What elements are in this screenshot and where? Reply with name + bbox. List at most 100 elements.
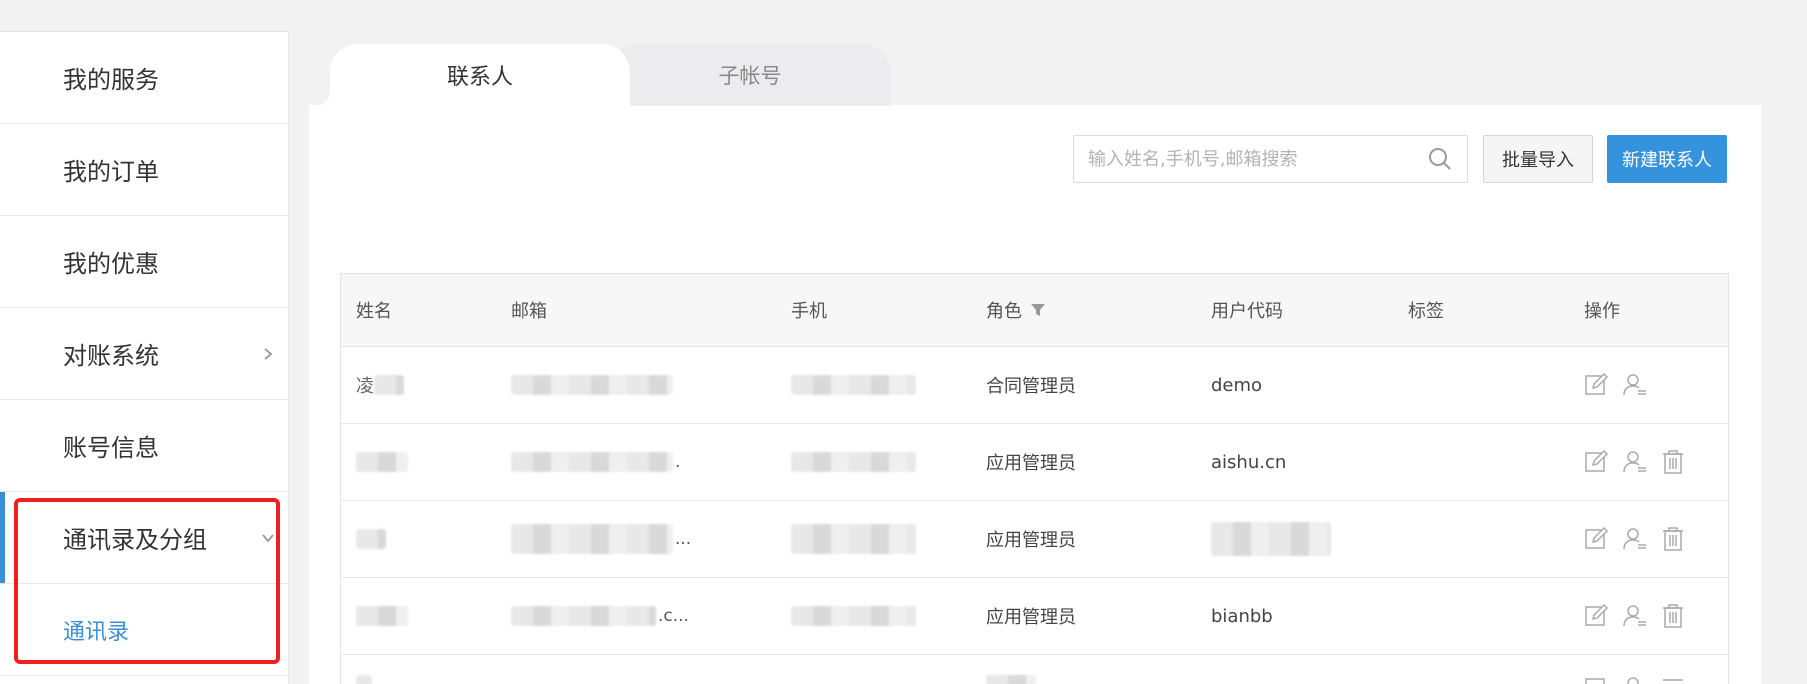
- delete-icon[interactable]: [1660, 449, 1686, 475]
- chevron-down-icon: [262, 533, 274, 542]
- email-suffix: ...: [675, 529, 692, 549]
- user-role-icon[interactable]: [1622, 675, 1648, 684]
- table-row: 凌 合同管理员 demo: [341, 347, 1728, 424]
- cell-actions: [1569, 449, 1728, 475]
- tab-sub-accounts[interactable]: 子帐号: [610, 44, 890, 106]
- filter-icon[interactable]: [1030, 302, 1046, 318]
- cell-actions: [1569, 526, 1728, 552]
- column-header-role[interactable]: 角色: [971, 297, 1196, 323]
- user-role-icon[interactable]: [1622, 526, 1648, 552]
- contacts-panel: 批量导入 新建联系人 姓名 邮箱 手机 角色 用户代码 标签 操作 凌 合同管理…: [309, 105, 1761, 684]
- sidebar-item-label: 我的服务: [63, 66, 159, 94]
- redacted-name: [356, 529, 386, 549]
- column-header-name[interactable]: 姓名: [341, 297, 496, 323]
- redacted-name: [356, 606, 408, 626]
- sidebar-item-my-orders[interactable]: 我的订单: [0, 124, 288, 216]
- active-indicator: [0, 492, 5, 583]
- cell-role: 应用管理员: [986, 530, 1076, 551]
- edit-icon[interactable]: [1584, 372, 1610, 398]
- cell-user-code: [1196, 522, 1393, 556]
- redacted-name: [356, 452, 408, 472]
- cell-actions: [1569, 603, 1728, 629]
- name-prefix: 凌: [356, 376, 374, 397]
- sidebar-subitem-label: 通讯录: [63, 619, 130, 645]
- cell-email: .c...: [496, 606, 776, 626]
- edit-icon[interactable]: [1584, 449, 1610, 475]
- cell-actions: [1569, 675, 1728, 684]
- cell-phone: [776, 606, 971, 626]
- column-header-actions: 操作: [1584, 301, 1620, 322]
- cell-role: [971, 675, 1196, 684]
- cell-role: 合同管理员: [986, 376, 1076, 397]
- cell-email: [496, 375, 776, 395]
- cell-phone: [776, 452, 971, 472]
- edit-icon[interactable]: [1584, 526, 1610, 552]
- batch-import-button[interactable]: 批量导入: [1483, 135, 1593, 183]
- redacted-name: [374, 375, 404, 395]
- sidebar-item-my-discounts[interactable]: 我的优惠: [0, 216, 288, 308]
- sidebar-item-label: 账号信息: [63, 434, 159, 462]
- new-contact-button[interactable]: 新建联系人: [1607, 135, 1727, 183]
- sidebar-item-reconciliation[interactable]: 对账系统: [0, 308, 288, 400]
- redacted-phone: [791, 524, 916, 554]
- cell-email: .: [496, 452, 776, 472]
- table-row: ... 应用管理员: [341, 501, 1728, 578]
- email-suffix: .: [675, 452, 681, 472]
- sidebar-item-my-services[interactable]: 我的服务: [0, 32, 288, 124]
- user-role-icon[interactable]: [1622, 372, 1648, 398]
- column-header-email[interactable]: 邮箱: [496, 297, 776, 323]
- column-header-user-code[interactable]: 用户代码: [1196, 297, 1393, 323]
- delete-icon[interactable]: [1660, 526, 1686, 552]
- table-row: . 应用管理员 aishu.cn: [341, 424, 1728, 501]
- redacted-email: [511, 452, 673, 472]
- cell-name: [341, 452, 496, 472]
- redacted-phone: [791, 452, 916, 472]
- sidebar-subitem-contacts[interactable]: 通讯录: [0, 584, 288, 676]
- chevron-right-icon: [264, 347, 273, 360]
- column-header-phone[interactable]: 手机: [776, 297, 971, 323]
- table-row: .c... 应用管理员 bianbb: [341, 578, 1728, 655]
- table-header: 姓名 邮箱 手机 角色 用户代码 标签 操作: [341, 274, 1728, 347]
- user-role-icon[interactable]: [1622, 449, 1648, 475]
- cell-phone: [776, 524, 971, 554]
- sidebar-item-contacts-groups[interactable]: 通讯录及分组: [0, 492, 288, 584]
- tab-contacts[interactable]: 联系人: [314, 44, 630, 106]
- redacted-name: [356, 675, 372, 684]
- contacts-table: 姓名 邮箱 手机 角色 用户代码 标签 操作 凌 合同管理员 demo . 应用…: [340, 273, 1729, 684]
- cell-name: [341, 606, 496, 626]
- search-box: [1073, 135, 1468, 183]
- redacted-email: [511, 524, 673, 554]
- edit-icon[interactable]: [1584, 675, 1610, 684]
- tab-label: 联系人: [446, 65, 513, 90]
- sidebar: 我的服务 我的订单 我的优惠 对账系统 账号信息 通讯录及分组 通讯录: [0, 31, 289, 684]
- user-role-icon[interactable]: [1622, 603, 1648, 629]
- sidebar-item-label: 我的订单: [63, 158, 159, 186]
- cell-phone: [776, 375, 971, 395]
- sidebar-item-label: 对账系统: [63, 342, 159, 370]
- cell-role: 应用管理员: [986, 453, 1076, 474]
- cell-user-code: bianbb: [1211, 605, 1273, 627]
- delete-icon[interactable]: [1660, 675, 1686, 684]
- edit-icon[interactable]: [1584, 603, 1610, 629]
- table-row: [341, 655, 1728, 684]
- cell-name: [341, 529, 496, 549]
- redacted-phone: [791, 606, 916, 626]
- tab-label: 子帐号: [718, 64, 782, 88]
- cell-user-code: aishu.cn: [1211, 451, 1287, 473]
- redacted-user-code: [1211, 522, 1331, 556]
- email-suffix: .c...: [658, 606, 689, 626]
- sidebar-item-account-info[interactable]: 账号信息: [0, 400, 288, 492]
- redacted-role: [986, 675, 1036, 684]
- sidebar-item-label: 通讯录及分组: [63, 526, 207, 554]
- cell-role: 应用管理员: [986, 607, 1076, 628]
- search-input[interactable]: [1088, 148, 1427, 170]
- cell-email: ...: [496, 524, 776, 554]
- cell-name: [341, 675, 496, 684]
- search-icon[interactable]: [1427, 146, 1453, 172]
- cell-actions: [1569, 372, 1728, 398]
- delete-icon[interactable]: [1660, 603, 1686, 629]
- cell-name: 凌: [341, 372, 496, 398]
- redacted-phone: [791, 375, 916, 395]
- column-header-tag[interactable]: 标签: [1393, 297, 1569, 323]
- sidebar-item-label: 我的优惠: [63, 250, 159, 278]
